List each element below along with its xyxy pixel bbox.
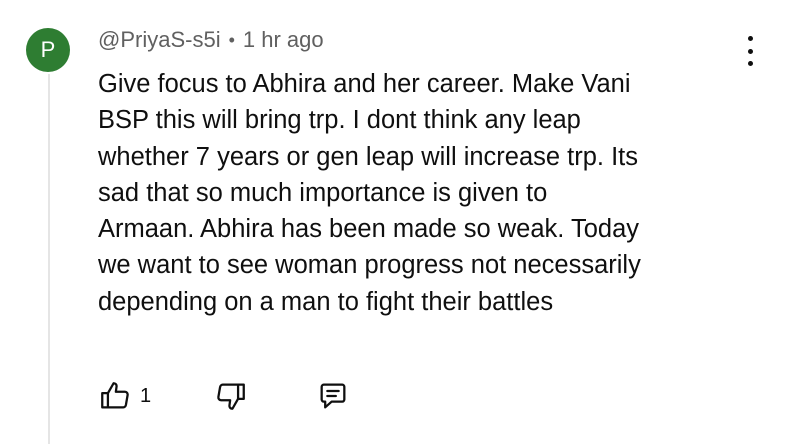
comment-text-line: whether 7 years or gen leap will increas… <box>98 142 639 171</box>
comment-text: Give focus to Abhira and her career. Mak… <box>98 66 758 320</box>
like-count: 1 <box>140 384 152 407</box>
comment-text-line: sad that so much importance is given to <box>98 178 548 207</box>
comment-text-line: Give focus to Abhira and her career. Mak… <box>98 70 631 98</box>
comment-text-line: we want to see woman progress not necess… <box>98 251 641 280</box>
dislike-button[interactable] <box>214 376 248 416</box>
comment-text-line: depending on a man to fight their battle… <box>98 287 554 316</box>
separator-dot: • <box>228 29 235 50</box>
reply-button[interactable] <box>316 376 350 416</box>
like-button[interactable]: 1 <box>98 376 151 416</box>
thumbs-down-icon <box>214 379 248 413</box>
avatar-letter: P <box>40 37 56 62</box>
avatar[interactable]: P <box>26 28 70 72</box>
more-vertical-icon[interactable] <box>740 36 760 66</box>
timestamp[interactable]: 1 hr ago <box>243 27 324 53</box>
thumbs-up-icon <box>98 379 132 413</box>
comment-text-line: Armaan. Abhira has been made so weak. To… <box>98 215 640 244</box>
author-name[interactable]: @PriyaS-s5i <box>98 27 221 53</box>
comment-text-line: BSP this will bring trp. I dont think an… <box>98 106 581 135</box>
thread-line <box>48 74 50 444</box>
comment-reply-icon <box>316 379 350 413</box>
comment-header: @PriyaS-s5i • 1 hr ago <box>98 27 324 53</box>
